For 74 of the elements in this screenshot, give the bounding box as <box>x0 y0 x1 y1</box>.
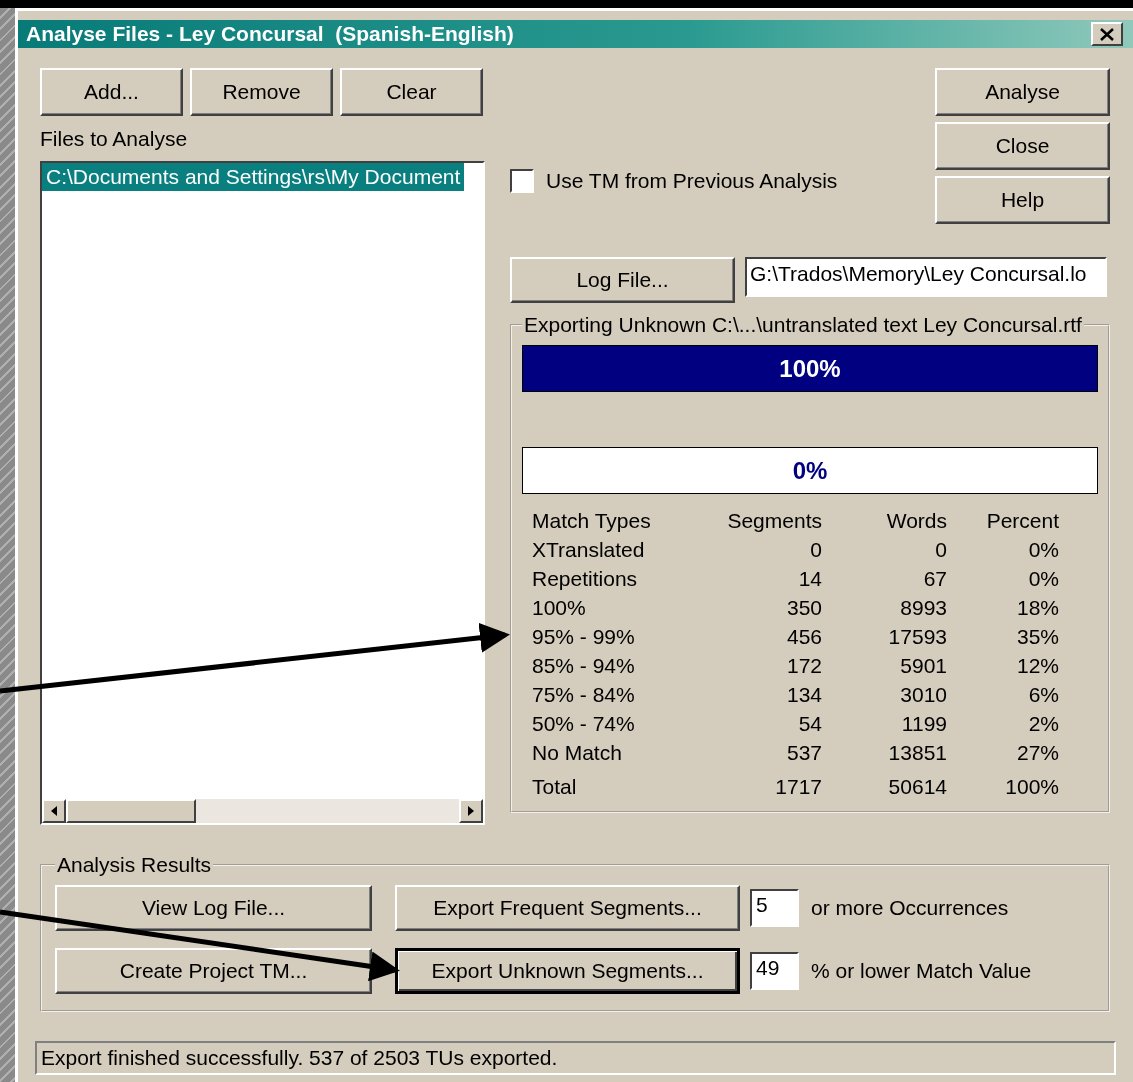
table-cell-text: 0 <box>809 537 822 563</box>
field-label: or more Occurrences <box>811 896 1009 920</box>
table-cell-text: 134 <box>785 682 822 708</box>
log-file-field[interactable]: G:\Trados\Memory\Ley Concursal.lo <box>745 257 1107 297</box>
table-cell-text: 350 <box>785 595 822 621</box>
scroll-left-button[interactable] <box>42 799 66 823</box>
window-title: Analyse Files - Ley Concursal (Spanish-English) <box>26 22 514 46</box>
scrollbar[interactable] <box>42 799 483 823</box>
table-cell-text: 50% - 74% <box>532 711 636 737</box>
table-cell-text: 13851 <box>887 740 947 766</box>
table-cell-text: 8993 <box>899 595 947 621</box>
progress-label: 0% <box>792 456 828 485</box>
progress-label: 100% <box>779 354 841 383</box>
left-arrow-icon <box>51 806 57 816</box>
table-cell-text: 14 <box>797 566 822 592</box>
checkbox[interactable] <box>510 169 534 193</box>
table-cell-text: 67 <box>922 566 947 592</box>
group-label: Exporting Unknown C:\...\untranslated text Ley Concursal.rtf <box>523 313 1083 337</box>
button[interactable]: Add... <box>40 68 183 116</box>
table-cell-text: 5901 <box>899 653 947 679</box>
column-header: Words <box>885 508 947 534</box>
button[interactable]: Analyse <box>935 68 1110 116</box>
table-cell-text: 6% <box>1027 682 1059 708</box>
table-cell-text: 18% <box>1015 595 1059 621</box>
table-cell-text: XTranslated <box>532 537 646 563</box>
list-label: Files to Analyse <box>40 127 189 152</box>
total-cell-text: Total <box>532 774 578 800</box>
right-arrow-icon <box>468 806 474 816</box>
table-cell-text: 537 <box>785 740 822 766</box>
button[interactable]: Help <box>935 176 1110 224</box>
scroll-thumb[interactable] <box>66 799 196 823</box>
table-cell-text: 456 <box>785 624 822 650</box>
close-button[interactable] <box>1091 22 1123 46</box>
status-text: Export finished successfully. 537 of 2503 TUs exported. <box>35 1041 1116 1075</box>
table-cell-text: Repetitions <box>532 566 639 592</box>
button[interactable]: Remove <box>190 68 333 116</box>
table-cell-text: 172 <box>785 653 822 679</box>
table-cell-text: 54 <box>797 711 822 737</box>
file-list-item[interactable]: C:\Documents and Settings\rs\My Document <box>42 163 465 191</box>
number-field[interactable]: 49 <box>750 952 799 990</box>
number-field[interactable]: 5 <box>750 889 799 927</box>
checkbox-label: Use TM from Previous Analysis <box>546 169 838 193</box>
column-header: Match Types <box>532 508 652 534</box>
total-cell-text: 50614 <box>887 774 947 800</box>
button[interactable]: View Log File... <box>55 885 372 931</box>
table-cell-text: 0 <box>934 537 947 563</box>
button[interactable]: Export Frequent Segments... <box>395 885 740 931</box>
button[interactable]: Clear <box>340 68 483 116</box>
column-header: Segments <box>726 508 822 534</box>
total-cell-text: 100% <box>1004 774 1059 800</box>
table-cell-text: 85% - 94% <box>532 653 636 679</box>
column-header: Percent <box>985 508 1059 534</box>
table-cell-text: 2% <box>1027 711 1059 737</box>
table-cell-text: 0% <box>1027 537 1059 563</box>
close-icon <box>1100 27 1114 41</box>
table-cell-text: 12% <box>1015 653 1059 679</box>
button[interactable]: Close <box>935 122 1110 170</box>
table-cell-text: 0% <box>1027 566 1059 592</box>
group-label: Analysis Results <box>56 853 213 877</box>
log-file-button[interactable]: Log File... <box>510 257 735 303</box>
table-cell-text: 3010 <box>899 682 947 708</box>
scroll-right-button[interactable] <box>459 799 483 823</box>
table-cell-text: 75% - 84% <box>532 682 636 708</box>
button[interactable]: Export Unknown Segments... <box>395 948 740 994</box>
total-cell-text: 1717 <box>774 774 822 800</box>
table-cell-text: 35% <box>1015 624 1059 650</box>
table-cell-text: 1199 <box>900 711 947 737</box>
table-cell-text: 17593 <box>887 624 947 650</box>
table-cell-text: 100% <box>532 595 587 621</box>
table-cell-text: 95% - 99% <box>532 624 636 650</box>
field-label: % or lower Match Value <box>811 959 1032 983</box>
button[interactable]: Create Project TM... <box>55 948 372 994</box>
table-cell-text: No Match <box>532 740 623 766</box>
table-cell-text: 27% <box>1015 740 1059 766</box>
